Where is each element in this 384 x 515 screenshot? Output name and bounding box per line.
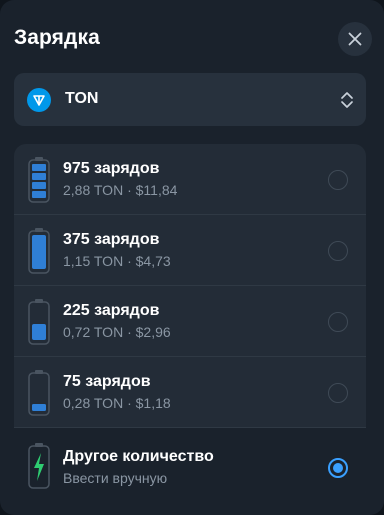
option-radio[interactable] <box>328 383 348 403</box>
battery-lightning-icon <box>28 443 50 489</box>
option-hint: Ввести вручную <box>63 470 168 486</box>
option-radio-selected[interactable] <box>328 458 348 478</box>
battery-low-icon <box>28 370 50 416</box>
option-custom-amount[interactable]: Другое количество Ввести вручную <box>14 428 366 502</box>
battery-full-segmented-icon <box>28 157 50 203</box>
option-375-charges[interactable]: 375 зарядов 1,15 TON · $4,73 <box>14 215 366 286</box>
charge-dialog: Зарядка TON 975 зарядов 2,88 TON · $11,8… <box>0 0 384 515</box>
option-radio[interactable] <box>328 312 348 332</box>
option-price: 0,72 TON · $2,96 <box>63 324 171 340</box>
option-radio[interactable] <box>328 170 348 190</box>
option-title: 75 зарядов <box>63 373 151 390</box>
battery-full-icon <box>28 228 50 274</box>
currency-selector[interactable]: TON <box>14 73 366 126</box>
close-button[interactable] <box>338 22 372 56</box>
option-title: 375 зарядов <box>63 231 160 248</box>
option-975-charges[interactable]: 975 зарядов 2,88 TON · $11,84 <box>14 144 366 215</box>
dialog-header: Зарядка <box>14 20 372 60</box>
option-price: 1,15 TON · $4,73 <box>63 253 171 269</box>
battery-half-icon <box>28 299 50 345</box>
option-225-charges[interactable]: 225 зарядов 0,72 TON · $2,96 <box>14 286 366 357</box>
option-title: 225 зарядов <box>63 302 160 319</box>
dialog-title: Зарядка <box>14 26 100 49</box>
charge-options-list: 975 зарядов 2,88 TON · $11,84 375 зарядо… <box>14 144 366 502</box>
option-price: 2,88 TON · $11,84 <box>63 182 178 198</box>
option-75-charges[interactable]: 75 зарядов 0,28 TON · $1,18 <box>14 357 366 428</box>
currency-label: TON <box>65 90 99 107</box>
option-radio[interactable] <box>328 241 348 261</box>
option-price: 0,28 TON · $1,18 <box>63 395 171 411</box>
ton-logo <box>27 88 51 112</box>
up-down-chevron-icon <box>341 92 353 108</box>
option-title: Другое количество <box>63 448 214 465</box>
option-title: 975 зарядов <box>63 160 160 177</box>
close-icon <box>348 32 362 46</box>
